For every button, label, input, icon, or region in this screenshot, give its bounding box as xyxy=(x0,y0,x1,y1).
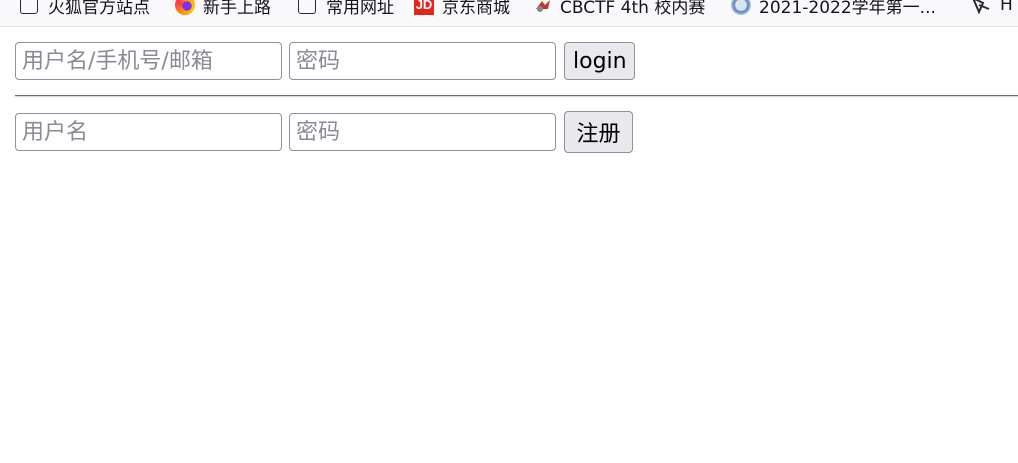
folder-icon xyxy=(20,0,38,14)
bookmark-cbctf[interactable]: CBCTF 4th 校内赛 xyxy=(534,0,706,18)
bookmark-folder-common-sites[interactable]: 常用网址 xyxy=(298,0,394,18)
bookmark-university-term[interactable]: 2021-2022学年第一... xyxy=(731,0,936,18)
bookmark-getting-started[interactable]: 新手上路 xyxy=(175,0,271,18)
login-button[interactable]: login xyxy=(564,42,635,80)
cbctf-icon xyxy=(534,0,552,15)
horizontal-rule xyxy=(15,95,1018,97)
register-password-input[interactable] xyxy=(289,113,556,151)
firefox-icon xyxy=(175,0,195,15)
folder-icon xyxy=(298,0,316,14)
bookmark-label: 火狐官方站点 xyxy=(48,0,150,18)
university-icon xyxy=(731,0,751,15)
bookmark-folder-firefox-official[interactable]: 火狐官方站点 xyxy=(20,0,150,18)
bookmarks-toolbar: 火狐官方站点 新手上路 常用网址 JD 京东商城 CBCTF 4th 校内赛 2… xyxy=(0,0,1018,27)
bookmark-label: 京东商城 xyxy=(442,0,510,18)
bookmark-label: 新手上路 xyxy=(203,0,271,18)
bookmark-label: H xyxy=(1000,0,1013,15)
bookmark-label: 常用网址 xyxy=(326,0,394,18)
bookmark-h-site[interactable]: H xyxy=(970,0,1013,17)
bookmark-label: CBCTF 4th 校内赛 xyxy=(560,0,706,18)
register-username-input[interactable] xyxy=(15,113,282,151)
register-button[interactable]: 注册 xyxy=(564,111,633,153)
login-username-input[interactable] xyxy=(15,42,282,80)
login-password-input[interactable] xyxy=(289,42,556,80)
bookmark-jd-mall[interactable]: JD 京东商城 xyxy=(414,0,510,18)
h-site-icon xyxy=(970,0,992,15)
jd-icon: JD xyxy=(414,0,434,15)
bookmark-label: 2021-2022学年第一... xyxy=(759,0,936,18)
